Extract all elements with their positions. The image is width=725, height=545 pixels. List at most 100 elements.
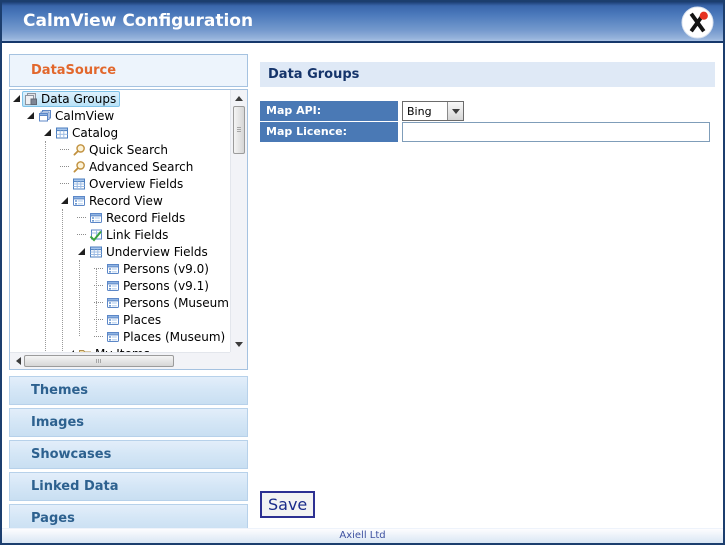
tree-node[interactable]: Catalog <box>53 125 122 141</box>
tree-node[interactable]: CalmView <box>36 108 118 124</box>
sidebar-item-linked-data[interactable]: Linked Data <box>9 472 248 501</box>
page-title: Data Groups <box>260 62 715 87</box>
tree-item-persons-v9-0[interactable]: Persons (v9.0) <box>10 260 230 277</box>
settings-form: Map API: Bing Map Licence: <box>260 101 710 143</box>
datasource-panel-header[interactable]: DataSource <box>9 54 248 87</box>
tree-node[interactable]: Persons (v9.0) <box>104 261 213 277</box>
tree-node[interactable]: Link Fields <box>87 227 172 243</box>
tree-node[interactable]: Quick Search <box>70 142 172 158</box>
footer-text: Axiell Ltd <box>339 530 386 541</box>
map-api-selected-value: Bing <box>407 105 432 118</box>
title-bar: CalmView Configuration <box>2 2 723 43</box>
tree-item-persons-v9-1[interactable]: Persons (v9.1) <box>10 277 230 294</box>
scrollbar-corner <box>230 352 247 369</box>
horizontal-scroll-thumb[interactable] <box>24 355 174 367</box>
tree-item-label: CalmView <box>55 108 115 123</box>
scroll-left-button[interactable] <box>11 354 25 368</box>
connector-dots <box>93 302 103 303</box>
connector-dots <box>59 166 69 167</box>
sidebar-item-themes[interactable]: Themes <box>9 376 248 405</box>
navigation-tree: Data Groups CalmView Catalog Quick Search Ad… <box>10 90 230 352</box>
tree-item-label: Persons (v9.0) <box>123 261 209 276</box>
expander-icon[interactable] <box>12 95 20 102</box>
tree-node[interactable]: Record View <box>70 193 167 209</box>
tree-node[interactable]: Record Fields <box>87 210 189 226</box>
form-row-map-licence: Map Licence: <box>260 122 710 142</box>
tree-horizontal-scrollbar[interactable] <box>10 352 247 369</box>
tree-item-label: Places (Museum) <box>123 329 226 344</box>
vertical-scroll-thumb[interactable] <box>233 106 245 154</box>
sidebar-item-showcases[interactable]: Showcases <box>9 440 248 469</box>
form-icon <box>106 296 120 310</box>
dropdown-button[interactable] <box>447 102 463 120</box>
scroll-down-button[interactable] <box>232 337 246 351</box>
tree-item-label: Persons (v9.1) <box>123 278 209 293</box>
tree-node[interactable]: Places (Museum) <box>104 329 229 345</box>
tree-item-label: Places <box>123 312 162 327</box>
tree-item-catalog[interactable]: Catalog <box>10 124 230 141</box>
link-icon <box>89 228 103 242</box>
tree-node[interactable]: Persons (v9.1) <box>104 278 213 294</box>
tree-item-advanced-search[interactable]: Advanced Search <box>10 158 230 175</box>
tree-node[interactable]: Places <box>104 312 165 328</box>
tree-node-selected[interactable]: Data Groups <box>22 90 121 107</box>
tree-item-overview-fields[interactable]: Overview Fields <box>10 175 230 192</box>
tree-item-record-view[interactable]: Record View <box>10 192 230 209</box>
footer: Axiell Ltd <box>2 528 723 543</box>
form-icon <box>72 194 86 208</box>
tree-item-label: Record Fields <box>106 210 186 225</box>
arrow-up-icon <box>235 95 243 101</box>
sidebar: DataSource Data Groups CalmView Catalog Qui… <box>2 45 250 533</box>
app-title: CalmView Configuration <box>23 11 254 31</box>
expander-icon[interactable] <box>77 248 85 255</box>
tree-item-label: Quick Search <box>89 142 168 157</box>
tree-item-label: Persons (Museum) <box>123 295 230 310</box>
tree-item-quick-search[interactable]: Quick Search <box>10 141 230 158</box>
search-icon <box>72 160 86 174</box>
tree-node[interactable]: Underview Fields <box>87 244 212 260</box>
connector-dots <box>76 234 86 235</box>
connector-dots <box>59 149 69 150</box>
sidebar-sections: Themes Images Showcases Linked Data Pages <box>9 376 248 536</box>
content-panel: Data Groups Map API: Bing Map Licence: S… <box>250 45 723 528</box>
sidebar-item-images[interactable]: Images <box>9 408 248 437</box>
tree-item-places-museum[interactable]: Places (Museum) <box>10 328 230 345</box>
chevron-down-icon <box>451 108 460 114</box>
tree-item-underview-fields[interactable]: Underview Fields <box>10 243 230 260</box>
tree-item-my-items[interactable]: My Items <box>10 345 230 352</box>
table-icon <box>55 126 69 140</box>
form-icon <box>106 262 120 276</box>
expander-icon[interactable] <box>66 350 74 352</box>
form-icon <box>89 211 103 225</box>
tree-node[interactable]: My Items <box>76 346 154 352</box>
expander-icon[interactable] <box>26 112 34 119</box>
connector-dots <box>93 319 103 320</box>
tree-item-link-fields[interactable]: Link Fields <box>10 226 230 243</box>
save-button[interactable]: Save <box>260 491 316 518</box>
tree-item-label: Link Fields <box>106 227 169 242</box>
folder-icon <box>78 347 92 352</box>
scroll-up-button[interactable] <box>232 91 246 105</box>
tree-item-places[interactable]: Places <box>10 311 230 328</box>
connector-dots <box>59 183 69 184</box>
tree-item-label: Data Groups <box>41 91 117 106</box>
tree-item-record-fields[interactable]: Record Fields <box>10 209 230 226</box>
map-api-select[interactable]: Bing <box>402 101 464 121</box>
tree-item-label: Record View <box>89 193 163 208</box>
tree-node[interactable]: Overview Fields <box>70 176 187 192</box>
tree-item-calmview[interactable]: CalmView <box>10 107 230 124</box>
tree-item-persons-museum[interactable]: Persons (Museum) <box>10 294 230 311</box>
connector-dots <box>93 268 103 269</box>
search-icon <box>72 143 86 157</box>
arrow-left-icon <box>15 357 21 365</box>
tree-panel: Data Groups CalmView Catalog Quick Search Ad… <box>9 89 248 370</box>
map-licence-input[interactable] <box>402 122 710 142</box>
tree-vertical-scrollbar[interactable] <box>230 90 247 352</box>
expander-icon[interactable] <box>60 197 68 204</box>
connector-dots <box>93 285 103 286</box>
tree-node[interactable]: Persons (Museum) <box>104 295 230 311</box>
tree-node[interactable]: Advanced Search <box>70 159 197 175</box>
expander-icon[interactable] <box>43 129 51 136</box>
tree-item-data-groups[interactable]: Data Groups <box>10 90 230 107</box>
form-icon <box>106 330 120 344</box>
